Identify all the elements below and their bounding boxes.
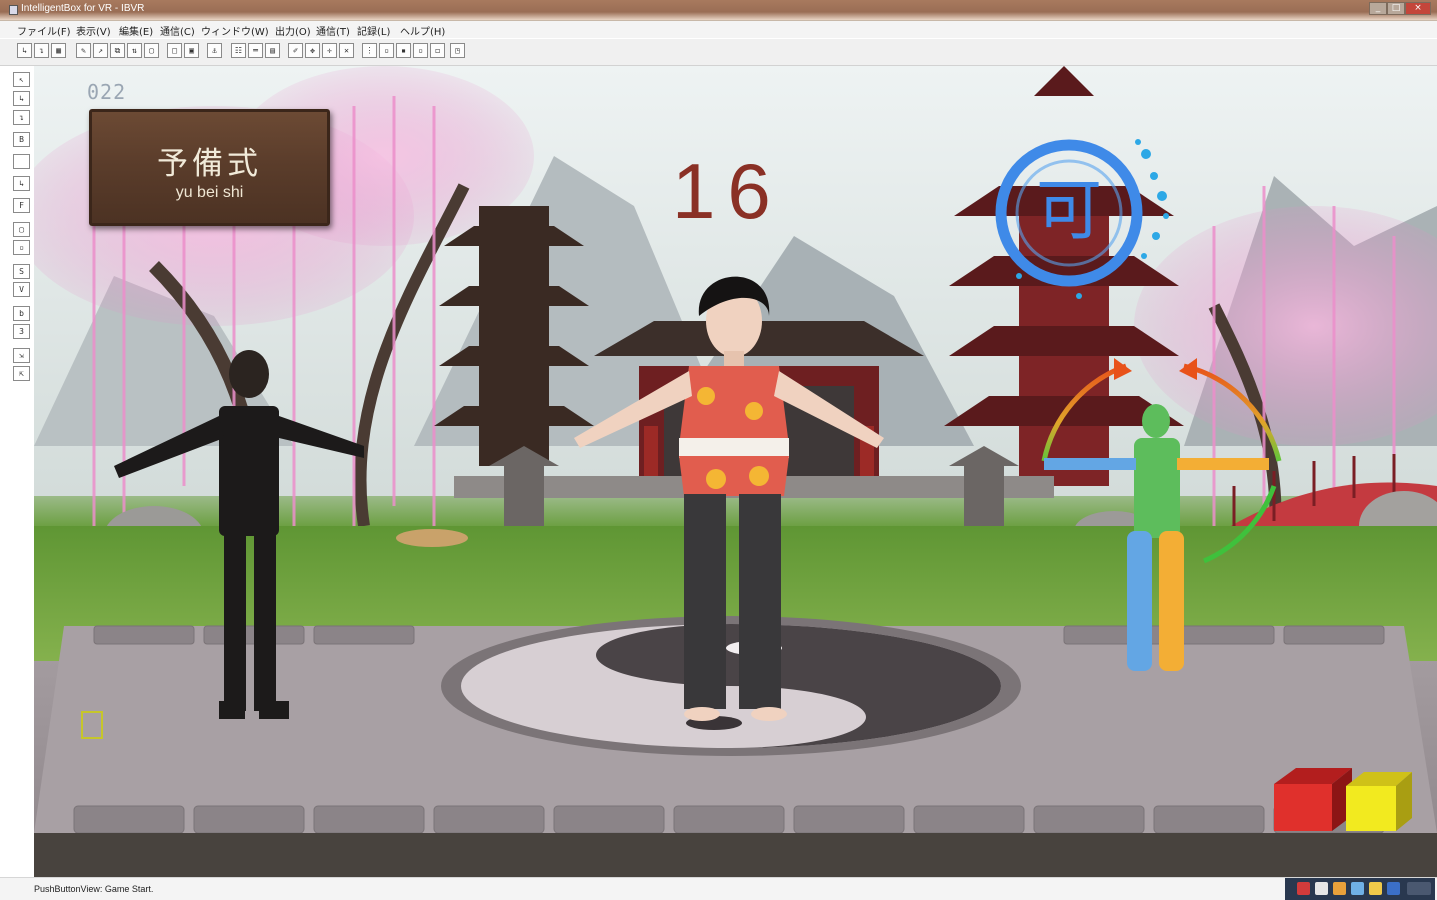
- tool-expand-icon[interactable]: ⇲: [13, 348, 30, 363]
- app-icon: [9, 5, 18, 15]
- tool-rect-small-icon[interactable]: ▫: [13, 240, 30, 255]
- menu-bar: ファイル(F) 表示(V) 編集(E) 通信(C) ウィンドウ(W) 出力(O)…: [0, 21, 1437, 38]
- toolbar-button-box-icon[interactable]: ↳: [17, 43, 32, 58]
- menu-window[interactable]: ウィンドウ(W): [201, 23, 269, 38]
- pose-name-kanji: 予備式: [157, 146, 262, 182]
- tool-box-icon[interactable]: B: [13, 132, 30, 147]
- menu-communication[interactable]: 通信(C): [160, 23, 195, 38]
- tool-link-icon[interactable]: ↴: [13, 110, 30, 125]
- tray-network-icon[interactable]: [1333, 882, 1346, 895]
- toolbar-button-delete-icon[interactable]: ✕: [339, 43, 354, 58]
- close-icon[interactable]: ×: [1405, 2, 1431, 15]
- minimize-icon[interactable]: _: [1369, 2, 1387, 15]
- tool-vb-icon[interactable]: V: [13, 282, 30, 297]
- window-title: IntelligentBox for VR - IBVR: [21, 3, 145, 14]
- toolbar-button-image-icon[interactable]: ▤: [265, 43, 280, 58]
- tool-blank-icon[interactable]: [13, 154, 30, 169]
- pose-name-sign: 予備式 yu bei shi: [89, 109, 330, 226]
- tray-app-icon[interactable]: [1297, 882, 1310, 895]
- toolbar-button-frame-icon[interactable]: □: [167, 43, 182, 58]
- tool-route-icon[interactable]: ↳: [13, 176, 30, 191]
- tray-shield-icon[interactable]: [1369, 882, 1382, 895]
- status-text: PushButtonView: Game Start.: [34, 884, 154, 894]
- tool-rect-icon[interactable]: ▢: [13, 222, 30, 237]
- toolbar-button-grid-icon[interactable]: ▦: [51, 43, 66, 58]
- toolbar-button-anchor-icon[interactable]: ⚓: [207, 43, 222, 58]
- game-viewport[interactable]: 022 予備式 yu bei shi 16 可: [34, 66, 1437, 833]
- tool-frame-icon[interactable]: F: [13, 198, 30, 213]
- app-window: IntelligentBox for VR - IBVR _ □ × ファイル(…: [0, 0, 1437, 900]
- tool-sb-icon[interactable]: S: [13, 264, 30, 279]
- menu-output[interactable]: 出力(O): [275, 23, 311, 38]
- tool-pointer-icon[interactable]: ↖: [13, 72, 30, 87]
- pose-name-romaji: yu bei shi: [175, 184, 244, 201]
- tool-b-icon[interactable]: b: [13, 306, 30, 321]
- countdown-timer: 16: [672, 147, 783, 235]
- toolbar-button-layer-icon[interactable]: ▣: [184, 43, 199, 58]
- toolbar: ↳ ↴ ▦ ✎ ↗ ⧉ ⇅ ▢ □ ▣ ⚓ ☷ ═ ▤ ✐ ✥ ✛ ✕ ⋮ ▫ …: [0, 39, 1437, 66]
- tray-help-icon[interactable]: [1387, 882, 1400, 895]
- toolbar-button-crosshair-icon[interactable]: ✛: [322, 43, 337, 58]
- left-toolbar: ↖ ↳ ↴ B ↳ F ▢ ▫ S V b 3 ⇲ ⇱: [0, 66, 34, 886]
- toolbar-button-align-center-icon[interactable]: ▪: [396, 43, 411, 58]
- system-tray: [1285, 878, 1435, 900]
- toolbar-button-align-left-icon[interactable]: ▫: [379, 43, 394, 58]
- toolbar-button-nudge-icon[interactable]: ⋮: [362, 43, 377, 58]
- tool-shrink-icon[interactable]: ⇱: [13, 366, 30, 381]
- toolbar-button-align-right-icon[interactable]: ▫: [413, 43, 428, 58]
- toolbar-button-arrow-icon[interactable]: ↗: [93, 43, 108, 58]
- toolbar-button-window-icon[interactable]: ◳: [450, 43, 465, 58]
- toolbar-button-line-icon[interactable]: ═: [248, 43, 263, 58]
- toolbar-button-stop-icon[interactable]: ◻: [430, 43, 445, 58]
- tray-ime-icon[interactable]: [1315, 882, 1328, 895]
- menu-view[interactable]: 表示(V): [76, 23, 111, 38]
- menu-record[interactable]: 記録(L): [357, 23, 390, 38]
- toolbar-button-link-icon[interactable]: ↴: [34, 43, 49, 58]
- menu-file[interactable]: ファイル(F): [17, 23, 71, 38]
- tool-3d-icon[interactable]: 3: [13, 324, 30, 339]
- viewport-bottom-bar: [34, 833, 1437, 877]
- tray-clock-icon[interactable]: [1407, 882, 1431, 895]
- toolbar-button-move-icon[interactable]: ✥: [305, 43, 320, 58]
- window-controls: _ □ ×: [1369, 2, 1431, 16]
- toolbar-button-table-icon[interactable]: ☷: [231, 43, 246, 58]
- hud-overlay: 022 予備式 yu bei shi 16 可: [34, 66, 1437, 833]
- toolbar-button-edit-icon[interactable]: ✎: [76, 43, 91, 58]
- toolbar-button-copy-icon[interactable]: ⧉: [110, 43, 125, 58]
- selection-marker: [81, 711, 103, 739]
- maximize-icon[interactable]: □: [1387, 2, 1405, 15]
- frame-counter: 022: [87, 80, 127, 104]
- tool-connect-icon[interactable]: ↳: [13, 91, 30, 106]
- toolbar-button-select-icon[interactable]: ▢: [144, 43, 159, 58]
- judgement-glyph: 可: [1036, 172, 1102, 249]
- menu-edit[interactable]: 編集(E): [119, 23, 153, 38]
- menu-help[interactable]: ヘルプ(H): [400, 23, 445, 38]
- toolbar-button-sort-icon[interactable]: ⇅: [127, 43, 142, 58]
- menu-transfer[interactable]: 通信(T): [316, 23, 350, 38]
- toolbar-button-brush-icon[interactable]: ✐: [288, 43, 303, 58]
- tray-volume-icon[interactable]: [1351, 882, 1364, 895]
- status-bar: PushButtonView: Game Start.: [0, 877, 1437, 900]
- title-bar[interactable]: IntelligentBox for VR - IBVR _ □ ×: [0, 0, 1437, 21]
